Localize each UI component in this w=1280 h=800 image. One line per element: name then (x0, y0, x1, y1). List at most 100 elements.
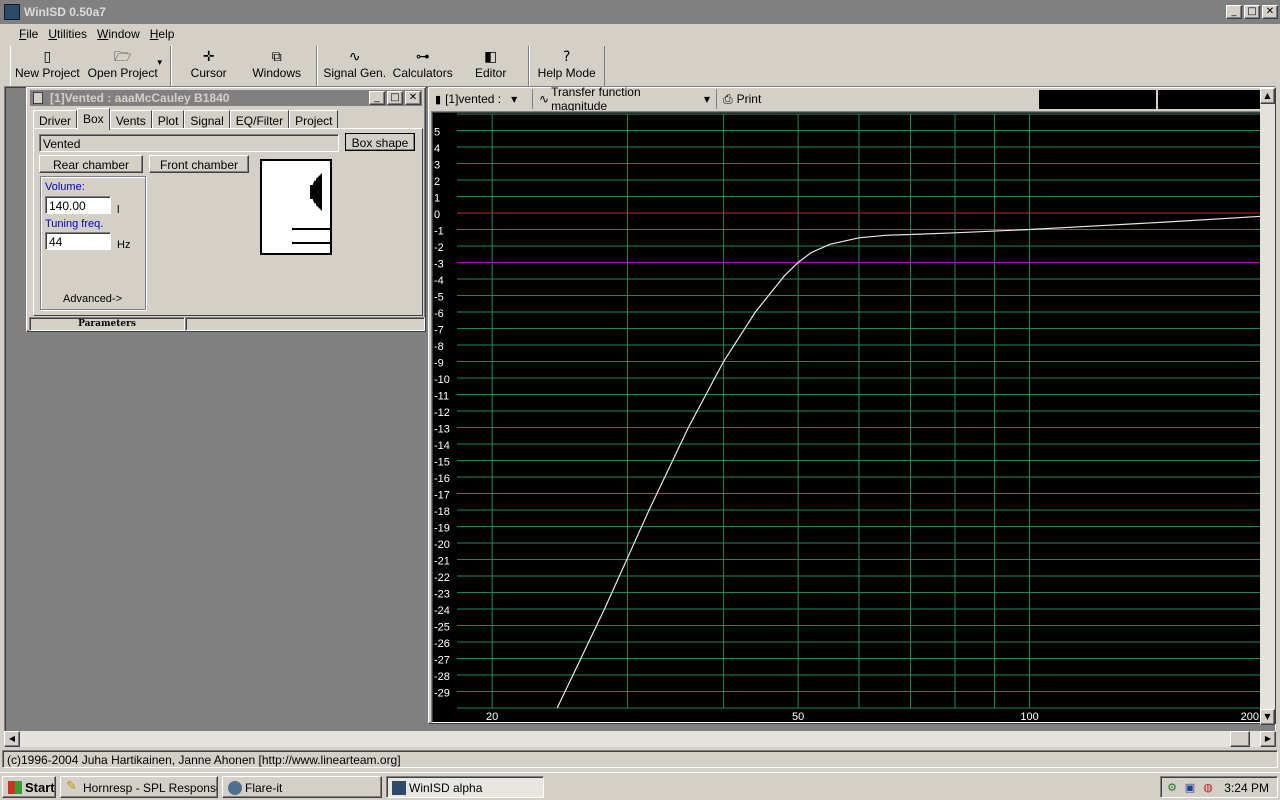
y-tick-label: -25 (434, 622, 450, 634)
app-icon[interactable] (4, 4, 20, 20)
advanced-button[interactable]: Advanced-> (63, 293, 122, 305)
scroll-thumb[interactable] (1230, 731, 1250, 747)
new-project-icon: ▯ (43, 49, 52, 65)
y-tick-label: -27 (434, 655, 450, 667)
task-flare-it[interactable]: Flare-it (222, 776, 382, 798)
box-diagram (260, 159, 332, 255)
y-tick-label: -18 (434, 506, 450, 518)
y-tick-label: -28 (434, 671, 450, 683)
y-tick-label: -26 (434, 638, 450, 650)
task-winisd[interactable]: WinISD alpha (386, 776, 544, 798)
tuning-freq-label: Tuning freq. (45, 218, 104, 230)
editor-button[interactable]: ◧ Editor (458, 46, 524, 86)
menu-window[interactable]: Window (92, 24, 145, 45)
y-tick-label: -3 (434, 259, 444, 271)
pencil-icon: ✎ (66, 779, 77, 794)
y-tick-label: -12 (434, 407, 450, 419)
y-tick-label: -19 (434, 523, 450, 535)
y-tick-label: 2 (434, 176, 440, 188)
y-tick-label: -2 (434, 242, 444, 254)
tab-driver[interactable]: Driver (33, 110, 77, 128)
y-tick-label: -11 (434, 391, 449, 403)
tab-box[interactable]: Box (77, 108, 110, 130)
child-maximize-button[interactable]: □ (387, 91, 403, 105)
y-tick-label: -13 (434, 424, 450, 436)
parameters-status-empty (185, 317, 425, 331)
network-icon[interactable]: ⚙ (1165, 781, 1179, 795)
y-tick-label: -16 (434, 473, 450, 485)
child-close-button[interactable]: ✕ (405, 91, 421, 105)
print-button[interactable]: ⎙ Print (717, 89, 767, 109)
volume-unit: l (117, 204, 120, 216)
project-select[interactable]: ▮ [1]vented : ▼ (429, 89, 533, 109)
front-chamber-button[interactable]: Front chamber (149, 155, 249, 173)
y-tick-label: -7 (434, 325, 444, 337)
maximize-button[interactable]: □ (1244, 5, 1260, 19)
graph-toolbar: ▮ [1]vented : ▼ ∿ Transfer function magnitu… (429, 85, 1277, 113)
system-tray: ⚙ ▣ ◍ 3:24 PM (1160, 776, 1278, 798)
start-button[interactable]: Start (2, 776, 56, 798)
cursor-readout-1 (1039, 90, 1156, 109)
plot-type-select[interactable]: ∿ Transfer function magnitude ▼ (533, 85, 717, 113)
scroll-up-button[interactable]: ▲ (1260, 88, 1275, 104)
volume-icon[interactable]: ◍ (1201, 781, 1215, 795)
task-hornresp[interactable]: ✎ Hornresp - SPL Response (60, 776, 218, 798)
box-type-display: Vented (39, 134, 339, 152)
open-project-button[interactable]: 🗁 Open Project ▼ (80, 46, 166, 86)
cursor-icon: ✛ (202, 49, 215, 65)
menu-help[interactable]: Help (145, 24, 180, 45)
parameters-status-tab[interactable]: Parameters (29, 317, 185, 331)
cursor-button[interactable]: ✛ Cursor (176, 46, 242, 86)
y-tick-label: -22 (434, 572, 450, 584)
scroll-down-button[interactable]: ▼ (1260, 709, 1275, 725)
tab-vents[interactable]: Vents (109, 110, 152, 128)
y-tick-label: 0 (434, 209, 440, 221)
calculators-button[interactable]: ⊶ Calculators (388, 46, 458, 86)
parameters-title-bar[interactable]: [1]Vented : aaaMcCauley B1840 _ □ ✕ (30, 90, 422, 106)
graph-vertical-scrollbar[interactable]: ▲ ▼ (1260, 88, 1275, 725)
rear-chamber-button[interactable]: Rear chamber (39, 155, 143, 173)
windows-button[interactable]: ⧉ Windows (242, 46, 312, 86)
scroll-right-button[interactable]: ▶ (1260, 731, 1276, 747)
tab-plot[interactable]: Plot (151, 110, 185, 128)
y-tick-label: -6 (434, 308, 444, 320)
workspace-horizontal-scrollbar[interactable]: ◀ ▶ (4, 731, 1276, 747)
tab-project[interactable]: Project (289, 110, 339, 128)
open-project-dropdown-icon[interactable]: ▼ (156, 58, 164, 67)
close-button[interactable]: ✕ (1262, 5, 1278, 19)
menu-file[interactable]: File (14, 24, 43, 45)
y-tick-label: -10 (434, 374, 450, 386)
y-tick-label: -15 (434, 457, 450, 469)
scroll-left-button[interactable]: ◀ (4, 731, 20, 747)
y-tick-label: -1 (434, 226, 444, 238)
tab-eq-filter[interactable]: EQ/Filter (229, 110, 290, 128)
menu-utilities[interactable]: Utilities (43, 24, 92, 45)
y-tick-label: 5 (434, 127, 440, 139)
tab-signal[interactable]: Signal (184, 110, 230, 128)
y-tick-label: -21 (434, 556, 450, 568)
new-project-button[interactable]: ▯ New Project (15, 46, 80, 86)
x-tick-label: 50 (792, 711, 804, 723)
graph-window: ▮ [1]vented : ▼ ∿ Transfer function magnitu… (428, 85, 1277, 725)
box-shape-button[interactable]: Box shape (345, 133, 415, 151)
tuning-freq-unit: Hz (117, 239, 131, 251)
speaker-icon: ◧ (484, 49, 498, 65)
help-mode-button[interactable]: ? Help Mode (534, 46, 600, 86)
child-minimize-button[interactable]: _ (369, 91, 385, 105)
status-bar: (c)1996-2004 Juha Hartikainen, Janne Aho… (2, 750, 1278, 768)
sine-wave-icon: ∿ (539, 92, 550, 106)
volume-input[interactable]: 140.00 (45, 196, 111, 214)
display-icon[interactable]: ▣ (1183, 781, 1197, 795)
clock[interactable]: 3:24 PM (1224, 781, 1269, 795)
signal-gen-button[interactable]: ∿ Signal Gen. (322, 46, 388, 86)
response-graph[interactable]: 5 4 3 2 1 0 -1 -2 -3 -4 -5 -6 -7 -8 -9 -10 -11 -12 -13 -14 -… (431, 111, 1262, 723)
y-tick-label: -8 (434, 341, 444, 353)
app-icon (392, 781, 406, 795)
app-icon (228, 781, 242, 795)
tuning-freq-input[interactable]: 44 (45, 232, 111, 250)
speaker-icon (33, 92, 43, 104)
calculator-icon: ⊶ (415, 49, 430, 65)
x-tick-label: 200 (1241, 711, 1259, 723)
minimize-button[interactable]: _ (1226, 5, 1242, 19)
chevron-down-icon: ▼ (511, 94, 518, 104)
